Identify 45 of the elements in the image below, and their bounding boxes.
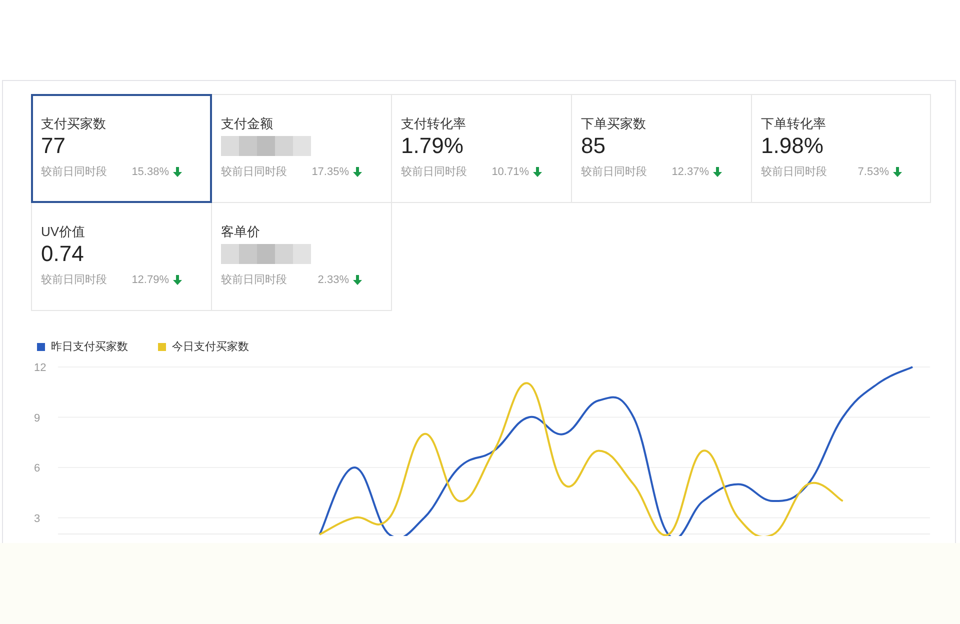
metric-title: 支付转化率: [401, 116, 466, 132]
legend-label: 昨日支付买家数: [51, 340, 128, 355]
change-percent: 12.79%: [130, 273, 169, 288]
down-arrow-icon: [353, 167, 362, 178]
metric-title: 客单价: [221, 224, 260, 240]
metric-value: 85: [581, 134, 606, 158]
change-percent: 2.33%: [316, 273, 349, 288]
down-arrow-icon: [173, 275, 182, 286]
change-percent: 12.37%: [670, 165, 709, 180]
compare-label: 较前日同时段: [41, 165, 108, 180]
y-axis-label: 9: [34, 412, 40, 424]
metric-title: 支付金额: [221, 116, 273, 132]
metric-value: 1.79%: [401, 134, 464, 158]
metric-card[interactable]: UV价值 0.74 较前日同时段 12.79%: [31, 202, 212, 311]
compare-label: 较前日同时段: [221, 273, 288, 288]
compare-label: 较前日同时段: [41, 273, 108, 288]
metric-card[interactable]: 客单价 较前日同时段 2.33%: [211, 202, 392, 311]
metric-title: 支付买家数: [41, 116, 106, 132]
metric-card[interactable]: 支付转化率 1.79% 较前日同时段 10.71%: [391, 94, 572, 203]
down-arrow-icon: [173, 167, 182, 178]
down-arrow-icon: [353, 275, 362, 286]
down-arrow-icon: [713, 167, 722, 178]
down-arrow-icon: [893, 167, 902, 178]
change-percent: 10.71%: [490, 165, 529, 180]
metric-value: 77: [41, 134, 66, 158]
change-percent: 17.35%: [310, 165, 349, 180]
y-axis-label: 6: [34, 462, 40, 474]
metric-card[interactable]: 下单买家数 85 较前日同时段 12.37%: [571, 94, 752, 203]
metric-value: 0.74: [41, 242, 84, 266]
change-percent: 7.53%: [856, 165, 889, 180]
metric-title: 下单转化率: [761, 116, 826, 132]
metric-card[interactable]: 支付买家数 77 较前日同时段 15.38%: [31, 94, 212, 203]
metric-title: 下单买家数: [581, 116, 646, 132]
compare-label: 较前日同时段: [761, 165, 828, 180]
compare-label: 较前日同时段: [221, 165, 288, 180]
metric-card[interactable]: 下单转化率 1.98% 较前日同时段 7.53%: [751, 94, 931, 203]
y-axis-label: 12: [34, 362, 46, 374]
y-axis-label: 3: [34, 512, 40, 524]
legend-label: 今日支付买家数: [172, 340, 249, 355]
compare-label: 较前日同时段: [401, 165, 468, 180]
compare-label: 较前日同时段: [581, 165, 648, 180]
down-arrow-icon: [533, 167, 542, 178]
metric-value: 1.98%: [761, 134, 824, 158]
change-percent: 15.38%: [130, 165, 169, 180]
metric-title: UV价值: [41, 224, 86, 240]
